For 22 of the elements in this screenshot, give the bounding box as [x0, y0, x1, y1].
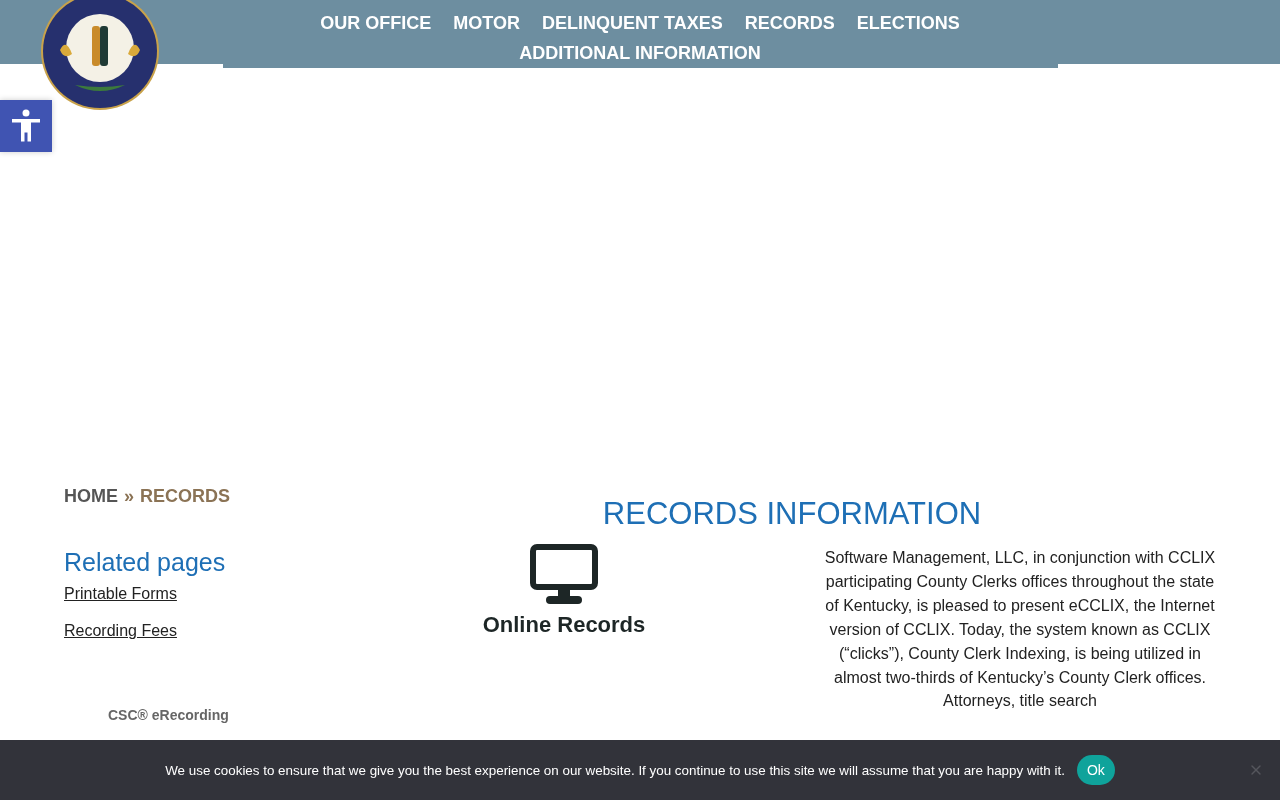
nav-link[interactable]: RECORDS — [744, 8, 835, 38]
accessibility-icon — [10, 109, 42, 143]
accessibility-button[interactable] — [0, 100, 52, 152]
related-page-link[interactable]: Recording Fees — [64, 620, 177, 642]
online-records-label[interactable]: Online Records — [482, 612, 646, 638]
page-title: RECORDS INFORMATION — [601, 496, 983, 533]
breadcrumb-current: RECORDS — [140, 485, 231, 507]
related-page-link[interactable]: Printable Forms — [64, 583, 177, 605]
partner-label: CSC® eRecording — [108, 707, 230, 723]
breadcrumb-home-link[interactable]: HOME — [64, 485, 118, 507]
seal-logo[interactable] — [40, 0, 160, 112]
breadcrumb-separator: » — [124, 485, 134, 507]
cookie-message: We use cookies to ensure that we give you the best experience on our website. If you continue to use this site we will assume that you are happy with it. — [165, 762, 1065, 778]
nav-link[interactable]: ADDITIONAL INFORMATION — [519, 38, 761, 68]
nav-link[interactable]: MOTOR — [453, 8, 520, 38]
nav-link[interactable]: OUR OFFICE — [320, 8, 432, 38]
nav-link[interactable]: ELECTIONS — [856, 8, 960, 38]
nav-link[interactable]: DELINQUENT TAXES — [541, 8, 723, 38]
monitor-icon[interactable] — [530, 544, 598, 606]
ok-button[interactable]: Ok — [1076, 755, 1115, 785]
related-pages-heading: Related pages — [64, 548, 227, 577]
records-paragraph: Software Management, LLC, in conjunction with CCLIX participating County Clerks offices throughout the state of Kentucky, is pleased to present eCCLIX, the Internet version of CCLIX. Today, the system known as CCLIX (“clicks”), County Clerk Indexing, is being utilized in almost two-thirds of Kentucky’s County Clerk offices. Attorneys, title search — [824, 548, 1216, 712]
